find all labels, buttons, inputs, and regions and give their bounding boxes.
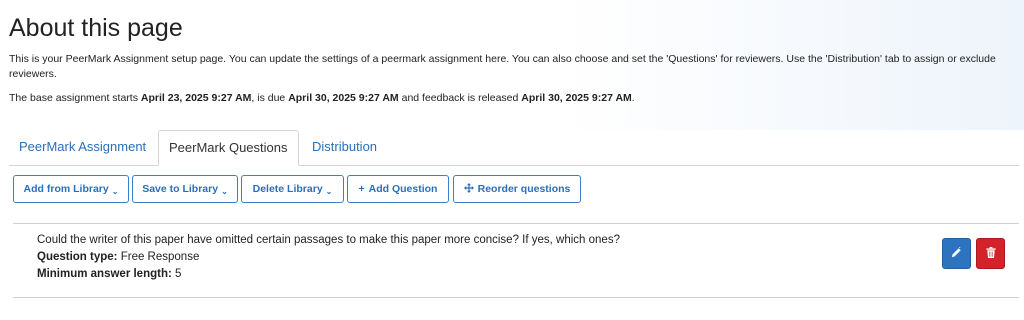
add-question-button[interactable]: + Add Question — [347, 175, 449, 203]
reorder-questions-label: Reorder questions — [477, 183, 571, 195]
release-date: April 30, 2025 9:27 AM — [521, 92, 632, 104]
question-type-value: Free Response — [120, 251, 200, 263]
question-list-bottom-divider — [13, 297, 1019, 298]
edit-question-button[interactable] — [942, 238, 971, 269]
caret-down-icon: ⌄ — [325, 187, 333, 196]
move-arrows-icon — [463, 183, 474, 195]
pencil-icon — [951, 245, 962, 263]
tab-peermark-assignment[interactable]: PeerMark Assignment — [9, 130, 156, 164]
page-content: About this page This is your PeerMark As… — [0, 0, 1024, 320]
question-type-row: Question type: Free Response — [37, 249, 620, 266]
save-to-library-label: Save to Library — [142, 183, 219, 195]
dates-prefix: The base assignment starts — [9, 92, 141, 104]
add-from-library-label: Add from Library — [23, 183, 109, 195]
delete-library-button[interactable]: Delete Library ⌄ — [241, 175, 344, 203]
dates-suffix: . — [631, 92, 635, 104]
assignment-dates: The base assignment starts April 23, 202… — [9, 92, 635, 104]
delete-question-button[interactable] — [976, 238, 1005, 269]
dates-mid2: and feedback is released — [398, 92, 522, 104]
caret-down-icon: ⌄ — [111, 187, 119, 196]
save-to-library-button[interactable]: Save to Library ⌄ — [132, 175, 238, 203]
question-text: Could the writer of this paper have omit… — [37, 234, 620, 246]
tab-bar: PeerMark Assignment PeerMark Questions D… — [9, 130, 1019, 166]
plus-icon: + — [358, 183, 365, 195]
min-length-row: Minimum answer length: 5 — [37, 266, 620, 283]
trash-icon — [985, 245, 996, 263]
due-date: April 30, 2025 9:27 AM — [288, 92, 399, 104]
page-title: About this page — [9, 14, 183, 42]
question-item: Could the writer of this paper have omit… — [37, 232, 620, 283]
add-question-label: Add Question — [368, 183, 438, 195]
caret-down-icon: ⌄ — [221, 187, 228, 196]
tab-peermark-questions[interactable]: PeerMark Questions — [158, 130, 299, 166]
reorder-questions-button[interactable]: Reorder questions — [453, 175, 581, 203]
question-list-top-divider — [13, 223, 1019, 224]
delete-library-label: Delete Library — [252, 183, 323, 195]
tab-distribution[interactable]: Distribution — [302, 130, 387, 164]
dates-mid: , is due — [251, 92, 289, 104]
question-type-label: Question type: — [37, 251, 118, 263]
start-date: April 23, 2025 9:27 AM — [140, 92, 252, 104]
min-length-label: Minimum answer length: — [37, 268, 172, 280]
add-from-library-button[interactable]: Add from Library ⌄ — [13, 175, 129, 203]
min-length-value: 5 — [175, 268, 182, 280]
page-intro: This is your PeerMark Assignment setup p… — [9, 53, 996, 80]
